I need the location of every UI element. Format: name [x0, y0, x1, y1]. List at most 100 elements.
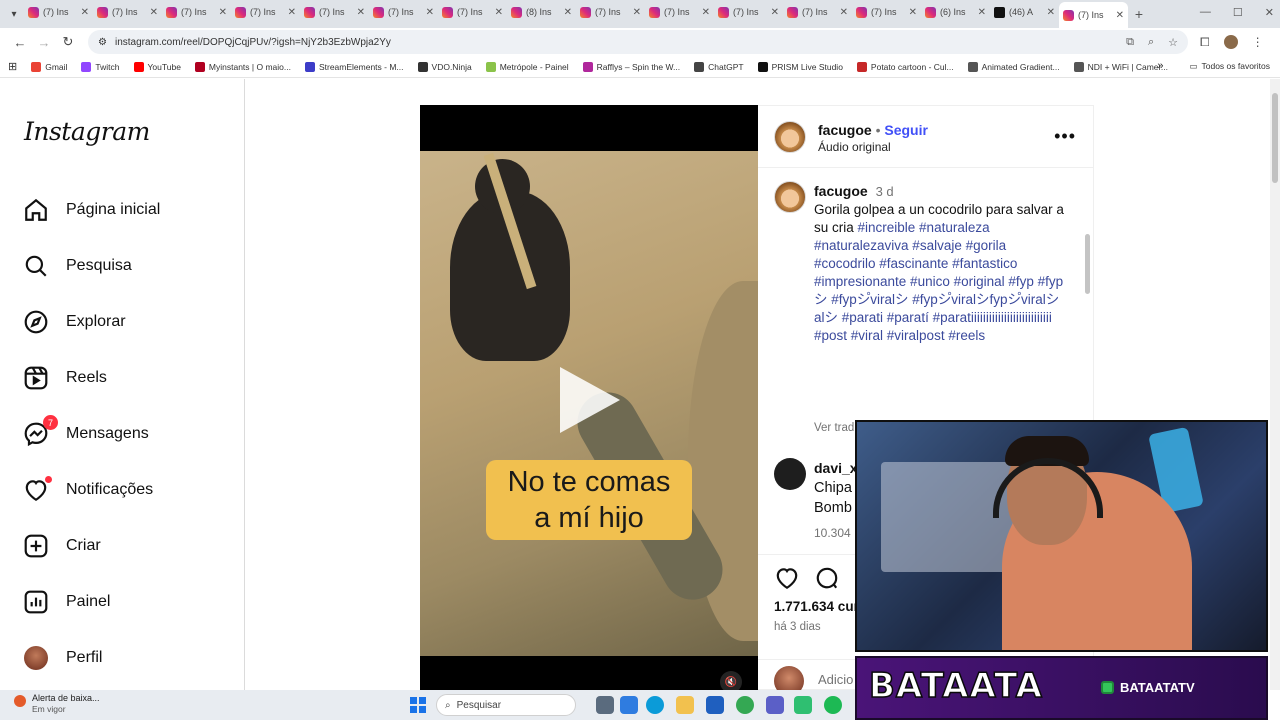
install-app-icon[interactable]: ⧉	[1126, 36, 1134, 49]
sidebar-item-messages[interactable]: 7 Mensagens	[22, 414, 232, 454]
store-icon[interactable]	[706, 696, 724, 714]
close-window-icon[interactable]: ✕	[1265, 6, 1274, 19]
instagram-logo[interactable]: Instagram	[24, 117, 150, 146]
page-scrollbar[interactable]	[1270, 79, 1280, 690]
bookmark-item[interactable]: NDI + WiFi | Camer...	[1073, 61, 1168, 72]
pen-app-icon[interactable]	[794, 696, 812, 714]
bookmark-item[interactable]: Myinstants | O maio...	[194, 61, 291, 72]
author-avatar[interactable]	[774, 121, 806, 153]
sidebar-item-explore[interactable]: Explorar	[22, 302, 232, 342]
browser-tab[interactable]: (7) Ins ✕	[714, 0, 783, 24]
browser-tab[interactable]: (46) A ✕	[990, 0, 1059, 24]
site-info-icon[interactable]: ⚙	[98, 37, 107, 48]
bookmark-item[interactable]: Potato cartoon - Cul...	[856, 61, 954, 72]
audio-link[interactable]: Áudio original	[818, 140, 891, 154]
bookmark-item[interactable]: Rafflys – Spin the W...	[582, 61, 680, 72]
tab-close-icon[interactable]: ✕	[909, 7, 917, 18]
copilot-icon[interactable]	[620, 696, 638, 714]
task-view-icon[interactable]	[596, 696, 614, 714]
tab-close-icon[interactable]: ✕	[150, 7, 158, 18]
browser-tab[interactable]: (7) Ins ✕	[24, 0, 93, 24]
file-explorer-icon[interactable]	[676, 696, 694, 714]
caption-hashtags[interactable]: #increible #naturaleza #naturalezaviva #…	[814, 220, 1063, 343]
sidebar-item-profile[interactable]: Perfil	[22, 638, 232, 678]
tab-close-icon[interactable]: ✕	[840, 7, 848, 18]
browser-tab[interactable]: (7) Ins ✕	[300, 0, 369, 24]
sidebar-item-notifications[interactable]: Notificações	[22, 470, 232, 510]
browser-tab[interactable]: (7) Ins ✕	[783, 0, 852, 24]
apps-grid-icon[interactable]: ⊞	[8, 60, 17, 73]
browser-tab[interactable]: (7) Ins ✕	[576, 0, 645, 24]
back-icon[interactable]: ←	[8, 30, 32, 54]
mute-icon[interactable]: 🔇	[720, 671, 742, 690]
tab-close-icon[interactable]: ✕	[633, 7, 641, 18]
tab-close-icon[interactable]: ✕	[81, 7, 89, 18]
browser-tab[interactable]: (8) Ins ✕	[507, 0, 576, 24]
bookmark-item[interactable]: VDO.Ninja	[417, 61, 472, 72]
reload-icon[interactable]: ↻	[56, 30, 80, 54]
bookmark-item[interactable]: ChatGPT	[694, 61, 744, 72]
profile-avatar[interactable]	[1223, 35, 1238, 49]
page-scrollbar-thumb[interactable]	[1272, 93, 1278, 183]
chrome-icon[interactable]	[736, 696, 754, 714]
play-icon[interactable]	[560, 367, 620, 433]
browser-tab[interactable]: (6) Ins ✕	[921, 0, 990, 24]
browser-tab[interactable]: (7) Ins ✕	[231, 0, 300, 24]
minimize-icon[interactable]: —	[1200, 6, 1211, 19]
browser-tab[interactable]: (7) Ins ✕	[852, 0, 921, 24]
tab-close-icon[interactable]: ✕	[564, 7, 572, 18]
likes-count[interactable]: 1.771.634 cur	[774, 599, 859, 614]
add-comment-input[interactable]: Adicio	[818, 672, 853, 687]
sidebar-item-dashboard[interactable]: Painel	[22, 582, 232, 622]
forward-icon[interactable]: →	[32, 30, 56, 54]
bookmark-item[interactable]: Metrópole - Painel	[485, 61, 569, 72]
tab-close-icon[interactable]: ✕	[219, 7, 227, 18]
bookmark-item[interactable]: PRISM Live Studio	[757, 61, 843, 72]
menu-kebab-icon[interactable]: ⋮	[1252, 35, 1264, 49]
taskbar-search[interactable]: ⌕ Pesquisar	[436, 694, 576, 716]
comment-bubble-icon[interactable]	[814, 565, 840, 591]
caption-author-avatar[interactable]	[774, 181, 806, 213]
bookmark-item[interactable]: Twitch	[81, 61, 120, 72]
follow-button[interactable]: Seguir	[884, 122, 928, 138]
browser-tab[interactable]: (7) Ins ✕	[162, 0, 231, 24]
tab-close-icon[interactable]: ✕	[1116, 10, 1124, 21]
teams-icon[interactable]	[766, 696, 784, 714]
author-username[interactable]: facugoe	[818, 122, 872, 138]
zoom-icon[interactable]: ⌕	[1148, 36, 1154, 49]
bookmark-star-icon[interactable]: ☆	[1168, 36, 1178, 49]
tab-close-icon[interactable]: ✕	[702, 7, 710, 18]
commenter-avatar[interactable]	[774, 458, 806, 490]
tab-close-icon[interactable]: ✕	[978, 7, 986, 18]
tab-close-icon[interactable]: ✕	[357, 7, 365, 18]
sidebar-item-reels[interactable]: Reels	[22, 358, 232, 398]
caption-username[interactable]: facugoe	[814, 183, 868, 199]
browser-tab[interactable]: (7) Ins ✕	[369, 0, 438, 24]
bookmark-item[interactable]: Animated Gradient...	[967, 61, 1060, 72]
spotify-icon[interactable]	[824, 696, 842, 714]
tab-search-chevron-icon[interactable]: ▾	[4, 4, 24, 24]
tab-close-icon[interactable]: ✕	[426, 7, 434, 18]
tab-close-icon[interactable]: ✕	[495, 7, 503, 18]
windows-start-icon[interactable]	[410, 697, 426, 713]
tab-close-icon[interactable]: ✕	[1047, 7, 1055, 18]
weather-alert[interactable]: Alerta de baixa... Em vigor	[14, 693, 100, 715]
maximize-icon[interactable]: ☐	[1233, 6, 1243, 19]
bookmark-item[interactable]: YouTube	[133, 61, 181, 72]
all-bookmarks-folder[interactable]: ▭ Todos os favoritos	[1189, 61, 1270, 72]
sidebar-item-search[interactable]: Pesquisa	[22, 246, 232, 286]
reel-video[interactable]: No te comas a mí hijo 🔇	[420, 105, 758, 690]
tab-close-icon[interactable]: ✕	[771, 7, 779, 18]
more-options-icon[interactable]: •••	[1054, 126, 1076, 147]
tab-close-icon[interactable]: ✕	[288, 7, 296, 18]
sidebar-item-home[interactable]: Página inicial	[22, 190, 232, 230]
bookmark-item[interactable]: Gmail	[31, 61, 67, 72]
more-bookmarks-icon[interactable]: »	[1157, 60, 1163, 72]
address-bar[interactable]: ⚙ instagram.com/reel/DOPQjCqjPUv/?igsh=N…	[88, 30, 1188, 54]
edge-icon[interactable]	[646, 696, 664, 714]
browser-tab[interactable]: (7) Ins ✕	[1059, 2, 1128, 28]
sidebar-item-create[interactable]: Criar	[22, 526, 232, 566]
like-heart-icon[interactable]	[774, 565, 800, 591]
new-tab-button[interactable]: +	[1128, 6, 1150, 22]
comments-scrollbar[interactable]	[1085, 234, 1090, 294]
